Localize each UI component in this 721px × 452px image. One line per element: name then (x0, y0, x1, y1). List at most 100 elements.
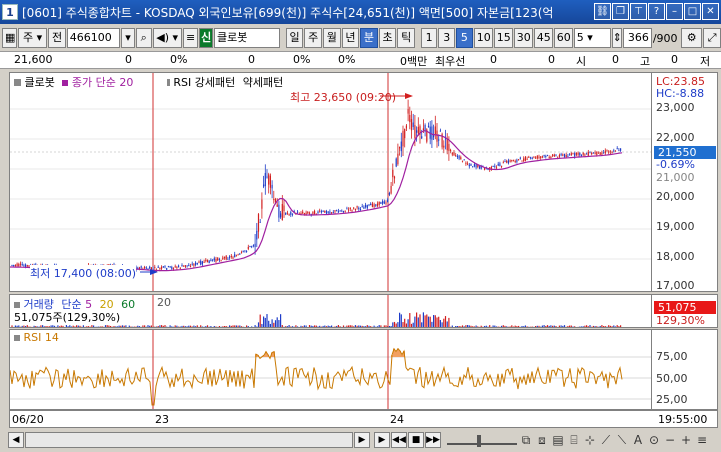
horizontal-scrollbar[interactable] (25, 432, 353, 448)
zoom-in-icon[interactable]: + (679, 433, 693, 447)
search-icon[interactable]: ⌕ (135, 28, 152, 48)
volume-bar (77, 325, 79, 327)
volume-bar (240, 326, 243, 327)
period-second[interactable]: 초 (378, 28, 397, 48)
rsi-chart-panel[interactable]: RSI 14 (9, 329, 652, 410)
volume-bar (380, 325, 382, 327)
chart-overlay-icon[interactable]: ⧈ (535, 433, 549, 447)
close-icon[interactable]: ✕ (702, 3, 719, 20)
maximize-icon[interactable]: □ (684, 3, 701, 20)
play-icon[interactable]: ▶ (374, 432, 390, 448)
code-dropdown-icon[interactable]: ▾ (121, 28, 135, 48)
price-tick-17000: 17,000 (656, 279, 695, 292)
volume-bar (382, 326, 384, 327)
period-year[interactable]: 년 (341, 28, 360, 48)
volume-bar (388, 325, 390, 327)
volume-chart-panel[interactable]: 거래량 단순 5 20 60 20 51,075주(129,30%) (9, 294, 652, 328)
market-select[interactable]: 주 ▾ (18, 28, 48, 48)
list-icon[interactable]: ≡ (182, 28, 199, 48)
volume-bar (263, 316, 265, 327)
draw-line-icon[interactable]: ⟋ (599, 433, 613, 447)
volume-bar (189, 325, 192, 327)
period-week[interactable]: 주 (304, 28, 322, 48)
interval-1[interactable]: 1 (420, 28, 438, 48)
chart-bar-icon[interactable]: ▤ (551, 433, 565, 447)
volume-bar (174, 325, 176, 327)
grid-view-icon[interactable]: ▦ (2, 28, 17, 48)
zoom-out-icon[interactable]: − (663, 433, 677, 447)
candle-body (358, 207, 360, 210)
volume-bar (42, 325, 44, 327)
count-total: /900 (652, 31, 678, 45)
candle-body (363, 206, 365, 209)
text-tool-icon[interactable]: A (631, 433, 645, 447)
interval-15[interactable]: 15 (493, 28, 513, 48)
candle-body (259, 221, 261, 223)
volume-bar (494, 325, 496, 327)
count-spin-icon[interactable]: ⇕ (611, 28, 622, 48)
volume-bar (557, 326, 559, 327)
stop-icon[interactable]: ■ (408, 432, 424, 448)
chart-box-icon[interactable]: ⧉ (519, 433, 533, 447)
stock-code-input[interactable]: 466100 (66, 28, 121, 48)
volume-bar (349, 325, 351, 327)
pin-icon[interactable]: ⊤ (630, 3, 647, 20)
candle-body (359, 208, 362, 210)
settings-icon[interactable]: ⚙ (680, 28, 703, 48)
price-chart-panel[interactable]: 클로봇 종가 단순 20 RSI 강세패턴 약세패턴 최고 23,650 (09… (9, 72, 652, 292)
volume-bar (509, 326, 511, 327)
crosshair-icon[interactable]: ⊹ (583, 433, 597, 447)
minimize-icon[interactable]: – (666, 3, 683, 20)
stock-name-field[interactable]: 클로봇 (214, 28, 280, 48)
volume-bar (52, 325, 54, 327)
volume-bar (492, 325, 494, 327)
volume-bar (599, 325, 601, 327)
fast-forward-icon[interactable]: ▶▶ (425, 432, 441, 448)
candle-body (229, 256, 231, 258)
candle-body (149, 266, 151, 269)
volume-bar (456, 326, 458, 327)
interval-5[interactable]: 5 (456, 28, 473, 48)
info-amount: 0백만 (400, 55, 428, 68)
zoom-slider[interactable] (447, 435, 517, 447)
interval-select[interactable]: 5 ▾ (573, 28, 611, 48)
type-button[interactable]: 전 (48, 28, 66, 48)
interval-3[interactable]: 3 (438, 28, 456, 48)
legend-ma-swatch (62, 80, 69, 86)
volume-bar (560, 325, 562, 327)
reset-zoom-icon[interactable]: ≡ (695, 433, 709, 447)
period-day[interactable]: 일 (285, 28, 304, 48)
target-icon[interactable]: ⊙ (647, 433, 661, 447)
rewind-icon[interactable]: ◀◀ (391, 432, 407, 448)
interval-60[interactable]: 60 (553, 28, 573, 48)
volume-bar (334, 326, 336, 327)
period-tick[interactable]: 틱 (397, 28, 415, 48)
period-minute[interactable]: 분 (360, 28, 378, 48)
count-input[interactable]: 366 (622, 28, 652, 48)
volume-bar (482, 326, 484, 327)
zoom-slider-thumb[interactable] (477, 435, 481, 447)
volume-bar (269, 323, 271, 327)
scroll-left-icon[interactable]: ◀ (8, 432, 24, 448)
volume-bar (453, 326, 455, 327)
sound-icon[interactable]: ◀) ▾ (152, 28, 182, 48)
fullscreen-icon[interactable]: ⤢ (703, 28, 721, 48)
volume-bar (234, 325, 236, 327)
interval-45[interactable]: 45 (533, 28, 553, 48)
volume-bar (473, 326, 475, 327)
link-icon[interactable]: ⛓ (594, 3, 611, 20)
interval-30[interactable]: 30 (513, 28, 533, 48)
volume-bar (193, 325, 195, 327)
volume-value-tag: 51,075 (654, 301, 716, 314)
period-month[interactable]: 월 (323, 28, 341, 48)
volume-bar (291, 326, 294, 327)
volume-bar (91, 325, 93, 327)
scroll-right-icon[interactable]: ▶ (354, 432, 370, 448)
copy-window-icon[interactable]: ❐ (612, 3, 629, 20)
candle-body (26, 265, 28, 267)
interval-10[interactable]: 10 (473, 28, 493, 48)
trend-line-icon[interactable]: ⟍ (615, 433, 629, 447)
chart-type-icon[interactable]: ⌸ (567, 433, 581, 447)
help-icon[interactable]: ? (648, 3, 665, 20)
candle-body (448, 143, 450, 151)
